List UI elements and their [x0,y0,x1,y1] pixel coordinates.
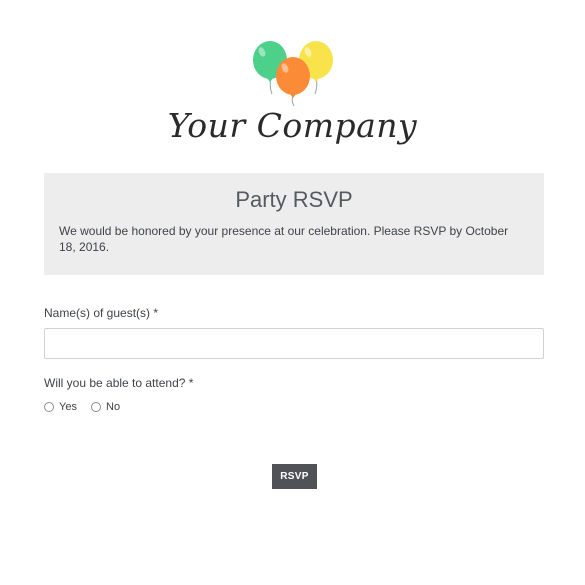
radio-no-label: No [106,401,121,413]
rsvp-submit-button[interactable]: RSVP [272,464,317,489]
radio-no[interactable] [91,402,101,412]
guest-name-input[interactable] [44,328,544,359]
form-title: Party RSVP [235,187,353,212]
attendance-option-yes[interactable]: Yes [44,401,77,413]
radio-yes[interactable] [44,402,54,412]
form-header: Party RSVP We would be honored by your p… [44,173,544,275]
radio-yes-label: Yes [59,401,77,413]
attendance-option-no[interactable]: No [91,401,120,413]
balloons-icon [253,41,333,106]
company-name: Your Company [167,106,418,145]
form-description: We would be honored by your presence at … [59,224,509,254]
company-logo: Your Company [0,38,585,160]
guest-name-label: Name(s) of guest(s) * [44,306,159,320]
attendance-label: Will you be able to attend? * [44,376,194,390]
